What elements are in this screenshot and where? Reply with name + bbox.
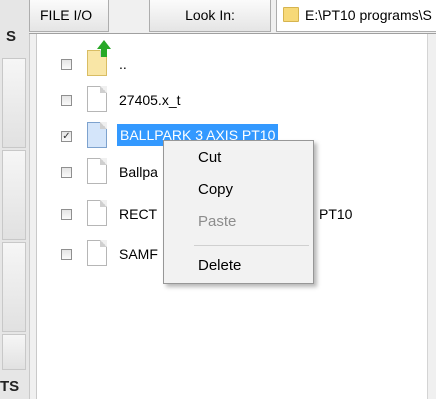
file-name: .. xyxy=(119,56,127,72)
row-checkbox[interactable] xyxy=(61,249,72,260)
row-checkbox[interactable] xyxy=(61,59,72,70)
file-name: RECT xyxy=(119,206,158,222)
file-icon xyxy=(87,158,107,184)
file-name: 27405.x_t xyxy=(119,92,181,108)
file-icon xyxy=(87,200,107,226)
file-icon xyxy=(87,240,107,266)
up-arrow-head-icon xyxy=(97,40,111,49)
row-checkbox[interactable] xyxy=(61,167,72,178)
menu-item-paste[interactable]: Paste xyxy=(164,207,313,237)
file-name: Ballpa xyxy=(119,164,158,180)
path-field[interactable]: E:\PT10 programs\S xyxy=(276,0,436,32)
menu-item-copy[interactable]: Copy xyxy=(164,175,313,205)
vertical-scrollbar[interactable] xyxy=(427,34,436,399)
left-panel-button-4[interactable] xyxy=(2,334,26,370)
toolbar: FILE I/O Look In: E:\PT10 programs\S xyxy=(29,0,436,34)
folder-icon xyxy=(283,7,299,22)
path-text: E:\PT10 programs\S xyxy=(305,7,432,23)
menu-item-delete[interactable]: Delete xyxy=(164,251,313,281)
left-panel-button-2[interactable] xyxy=(2,150,26,240)
left-panel-button-3[interactable] xyxy=(2,242,26,332)
file-icon xyxy=(87,122,107,148)
file-name: SAMF xyxy=(119,246,158,262)
file-name-suffix: PT10 xyxy=(319,206,353,222)
left-panel-label-top: S xyxy=(6,28,17,45)
list-item[interactable]: .. xyxy=(37,40,428,82)
left-panel: S TS xyxy=(0,0,30,399)
row-checkbox-checked[interactable]: ✓ xyxy=(61,131,72,142)
up-arrow-icon xyxy=(101,49,107,57)
menu-item-cut[interactable]: Cut xyxy=(164,143,313,173)
look-in-label: Look In: xyxy=(149,0,271,32)
file-icon xyxy=(87,86,107,112)
file-io-button[interactable]: FILE I/O xyxy=(29,0,109,32)
menu-separator xyxy=(194,245,309,246)
row-checkbox[interactable] xyxy=(61,209,72,220)
row-checkbox[interactable] xyxy=(61,95,72,106)
left-panel-label-bottom: TS xyxy=(0,378,20,395)
list-item[interactable]: 27405.x_t xyxy=(37,84,428,118)
left-panel-button-1[interactable] xyxy=(2,58,26,148)
context-menu: Cut Copy Paste Delete xyxy=(163,140,314,284)
